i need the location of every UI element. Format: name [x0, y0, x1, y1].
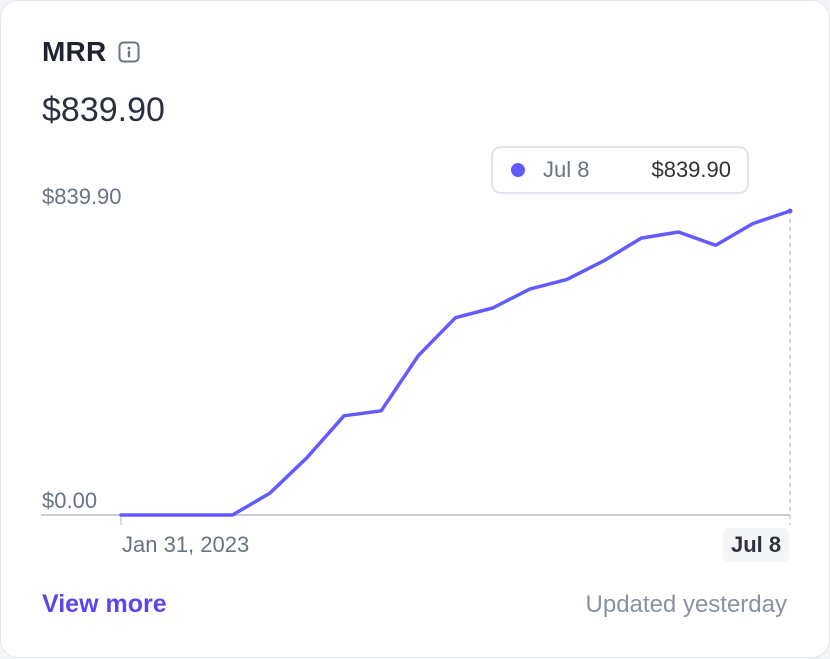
mrr-card: MRR $839.90 $839.90 $0.00 Jul 8 $839.90 …: [0, 0, 830, 658]
tooltip-date: Jul 8: [543, 157, 590, 182]
y-axis-min-label: $0.00: [42, 488, 98, 513]
x-axis-end-label: Jul 8: [723, 528, 790, 562]
updated-status: Updated yesterday: [585, 591, 787, 618]
mrr-series-line: [119, 209, 792, 517]
hover-point: [787, 208, 793, 214]
view-more-link[interactable]: View more: [42, 590, 167, 619]
chart-tooltip: Jul 8 $839.90: [491, 146, 749, 194]
mrr-line-chart: [41, 208, 793, 525]
tooltip-value: $839.90: [651, 157, 731, 182]
series-dot: [511, 163, 525, 177]
y-axis-max-label: $839.90: [42, 184, 122, 209]
x-axis-start-label: Jan 31, 2023: [122, 532, 250, 557]
